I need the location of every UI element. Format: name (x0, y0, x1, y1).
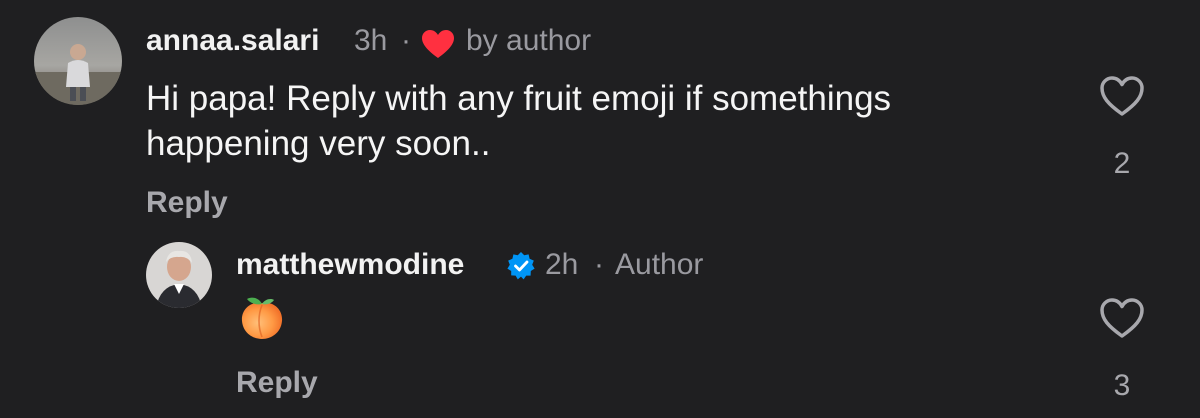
avatar-photo-icon (146, 242, 212, 308)
like-count: 2 (1113, 147, 1131, 180)
avatar-matthewmodine[interactable] (146, 242, 212, 308)
meta-separator: · (401, 24, 411, 57)
author-role-label: Author (615, 248, 704, 281)
verified-badge-icon (506, 251, 536, 286)
avatar-annaa-salari[interactable] (34, 17, 122, 105)
comment-timestamp: 2h (545, 248, 579, 281)
comment-username[interactable]: annaa.salari (146, 24, 319, 58)
reply-button[interactable]: Reply (146, 186, 228, 220)
comment-timestamp: 3h (354, 24, 388, 57)
comment-text: Hi papa! Reply with any fruit emoji if s… (146, 79, 892, 163)
avatar-photo-icon (34, 17, 122, 105)
liked-by-author-label: by author (466, 24, 592, 57)
like-heart-icon[interactable] (1099, 75, 1145, 122)
meta-separator: · (594, 248, 604, 281)
comment-username[interactable]: matthewmodine (236, 248, 464, 282)
heart-filled-icon (421, 29, 455, 64)
peach-emoji-icon (238, 293, 286, 346)
like-count: 3 (1113, 369, 1131, 402)
like-heart-icon[interactable] (1099, 297, 1145, 344)
reply-button[interactable]: Reply (236, 366, 318, 400)
